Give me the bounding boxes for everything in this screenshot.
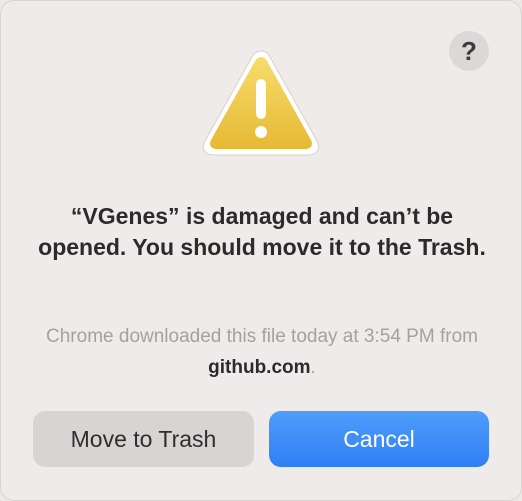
- message-text: Chrome downloaded this file today at 3:5…: [46, 326, 478, 347]
- cancel-button[interactable]: Cancel: [269, 411, 489, 467]
- help-button[interactable]: ?: [449, 31, 489, 71]
- message-domain: github.com: [208, 357, 311, 378]
- message-suffix: .: [310, 357, 316, 378]
- alert-dialog: ? “VGenes” is damaged and can’t be opene…: [0, 0, 522, 501]
- dialog-message: Chrome downloaded this file today at 3:5…: [31, 321, 493, 383]
- dialog-title: “VGenes” is damaged and can’t be opened.…: [38, 203, 486, 260]
- move-to-trash-button[interactable]: Move to Trash: [33, 411, 254, 467]
- warning-triangle-icon: [202, 50, 320, 156]
